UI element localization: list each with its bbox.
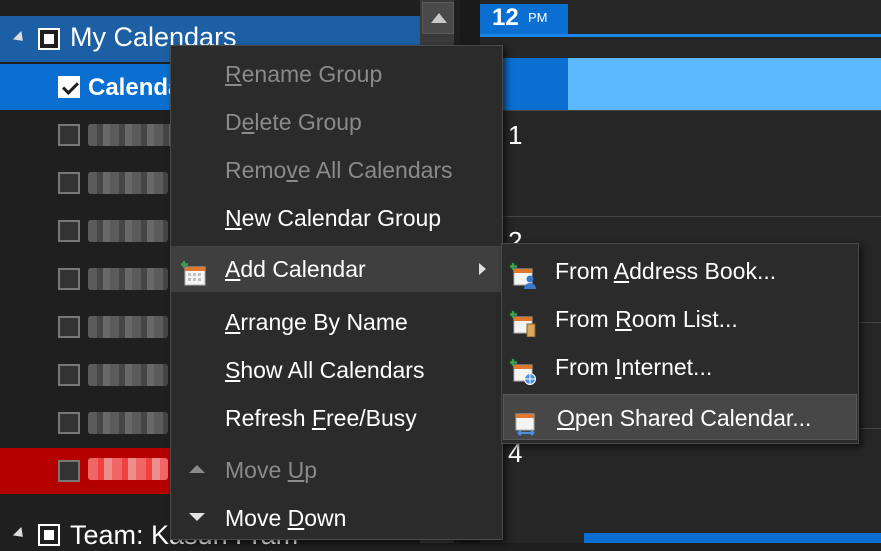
- menu-item-from-address-book[interactable]: From Address Book...: [502, 248, 858, 294]
- calendar-group-context-menu: Rename Group Delete Group Remove All Cal…: [170, 45, 503, 540]
- calendar-checkbox[interactable]: [58, 268, 80, 290]
- add-calendar-submenu: From Address Book... From Room List... F…: [501, 243, 859, 444]
- redacted-calendar-name: [88, 268, 168, 290]
- move-down-icon: [189, 513, 205, 521]
- group-checkbox[interactable]: [38, 28, 60, 50]
- redacted-calendar-name: [88, 124, 178, 146]
- redacted-calendar-name: [88, 364, 168, 386]
- redacted-calendar-name: [88, 172, 168, 194]
- address-book-calendar-icon: [510, 258, 536, 289]
- menu-item-add-calendar[interactable]: Add Calendar: [171, 246, 502, 292]
- menu-item-from-room-list[interactable]: From Room List...: [502, 296, 858, 342]
- menu-item-from-internet[interactable]: From Internet...: [502, 344, 858, 390]
- menu-item-move-down[interactable]: Move Down: [171, 495, 502, 541]
- appointment-block[interactable]: [568, 58, 881, 110]
- redacted-calendar-name: [88, 412, 168, 434]
- menu-item-arrange-by-name[interactable]: Arrange By Name: [171, 299, 502, 345]
- submenu-arrow-icon: [479, 263, 486, 275]
- calendar-checkbox-checked[interactable]: [58, 76, 80, 98]
- redacted-calendar-name: [88, 458, 168, 480]
- hour-label-pm: PM: [528, 10, 548, 25]
- redacted-calendar-name: [88, 220, 168, 242]
- menu-item-new-calendar-group[interactable]: New Calendar Group: [171, 195, 502, 241]
- menu-item-refresh-free-busy[interactable]: Refresh Free/Busy: [171, 395, 502, 441]
- current-time-line: [480, 34, 881, 37]
- appointment-block[interactable]: [584, 533, 881, 543]
- internet-calendar-icon: [510, 354, 536, 385]
- hour-gridline: [480, 216, 881, 217]
- hour-label-12: 12: [492, 4, 519, 31]
- scroll-up-button[interactable]: [422, 2, 454, 34]
- menu-item-show-all-calendars[interactable]: Show All Calendars: [171, 347, 502, 393]
- add-calendar-icon: [181, 256, 207, 286]
- hour-gridline: [480, 110, 881, 111]
- menu-item-delete-group[interactable]: Delete Group: [171, 99, 502, 145]
- calendar-checkbox[interactable]: [58, 316, 80, 338]
- calendar-checkbox[interactable]: [58, 124, 80, 146]
- hour-label-1: 1: [508, 120, 523, 150]
- calendar-checkbox[interactable]: [58, 460, 80, 482]
- calendar-checkbox[interactable]: [58, 172, 80, 194]
- shared-calendar-icon: [512, 405, 538, 436]
- room-list-calendar-icon: [510, 306, 536, 338]
- calendar-checkbox[interactable]: [58, 364, 80, 386]
- menu-item-move-up[interactable]: Move Up: [171, 447, 502, 493]
- menu-item-remove-all-calendars[interactable]: Remove All Calendars: [171, 147, 502, 193]
- move-up-icon: [189, 465, 205, 473]
- calendar-checkbox[interactable]: [58, 412, 80, 434]
- calendar-checkbox[interactable]: [58, 220, 80, 242]
- menu-item-rename-group[interactable]: Rename Group: [171, 51, 502, 97]
- calendar-item-label: Calenda: [88, 74, 182, 101]
- redacted-calendar-name: [88, 316, 168, 338]
- menu-item-open-shared-calendar[interactable]: Open Shared Calendar...: [503, 394, 857, 440]
